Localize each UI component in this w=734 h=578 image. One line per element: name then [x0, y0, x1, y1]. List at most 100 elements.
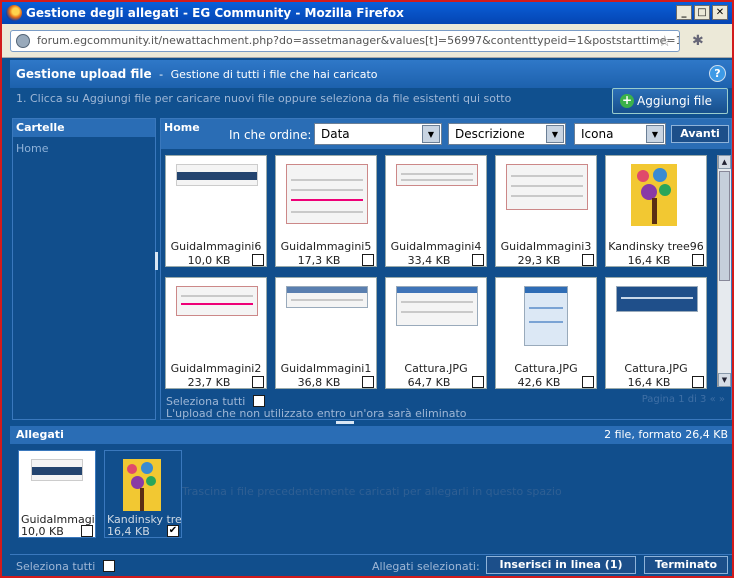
sort-direction-value: Descrizione [455, 127, 525, 141]
file-checkbox[interactable] [582, 254, 594, 266]
file-name: GuidaImmagini1 [280, 362, 372, 375]
file-thumbnail [506, 164, 588, 210]
file-thumbnail [524, 286, 568, 346]
selected-attachments-label: Allegati selezionati: [372, 560, 480, 573]
select-all-checkbox[interactable] [252, 395, 265, 407]
breadcrumb: Home [164, 121, 200, 134]
file-tile[interactable]: GuidaImmagini4 33,4 KB [385, 155, 487, 267]
attachments-header: Allegati 2 file, formato 26,4 KB [10, 426, 732, 444]
file-size: 23,7 KB [187, 376, 231, 389]
file-checkbox[interactable] [362, 376, 374, 388]
close-button[interactable]: ✕ [712, 5, 728, 20]
attachments-title: Allegati [16, 428, 64, 441]
file-size: 64,7 KB [407, 376, 451, 389]
file-checkbox[interactable] [362, 254, 374, 266]
attachment-size: 16,4 KB [107, 525, 150, 538]
vertical-splitter[interactable] [155, 252, 158, 270]
page-subtitle: Gestione di tutti i file che hai caricat… [170, 68, 378, 81]
order-label: In che ordine: [229, 128, 312, 142]
minimize-button[interactable]: _ [676, 5, 692, 20]
file-checkbox[interactable] [252, 254, 264, 266]
firefox-icon [6, 5, 22, 21]
site-identity-icon[interactable] [16, 34, 30, 48]
attachment-checkbox[interactable] [81, 525, 93, 537]
scroll-thumb[interactable] [719, 171, 730, 281]
maximize-button[interactable]: □ [694, 5, 710, 20]
file-name: GuidaImmagini6 [170, 240, 262, 253]
file-name: Cattura.JPG [624, 362, 688, 375]
file-thumbnail [176, 164, 258, 186]
file-size: 42,6 KB [517, 376, 561, 389]
attachment-size: 10,0 KB [21, 525, 64, 538]
file-checkbox[interactable] [252, 376, 264, 388]
file-name: Cattura.JPG [404, 362, 468, 375]
file-thumbnail [176, 286, 258, 316]
attachment-tile[interactable]: Kandinsky tree96 16,4 KB ✔ [104, 450, 182, 538]
view-select[interactable]: Icona ▼ [574, 123, 666, 145]
attachment-tile[interactable]: GuidaImmagini6 10,0 KB [18, 450, 96, 538]
addon-icon[interactable]: ✱ [692, 33, 704, 49]
file-tile[interactable]: Cattura.JPG 64,7 KB [385, 277, 487, 389]
upload-note: L'upload che non utilizzato entro un'ora… [166, 407, 467, 420]
file-size: 33,4 KB [407, 254, 451, 267]
done-button[interactable]: Terminato [644, 556, 728, 574]
scroll-down-icon[interactable]: ▼ [718, 373, 731, 387]
select-all-files[interactable]: Seleziona tutti [166, 393, 265, 408]
file-checkbox[interactable] [692, 254, 704, 266]
attachment-thumbnail [31, 459, 83, 481]
horizontal-splitter[interactable] [336, 421, 354, 424]
file-tile[interactable]: GuidaImmagini1 36,8 KB [275, 277, 377, 389]
attachment-checkbox-checked[interactable]: ✔ [167, 525, 179, 537]
sort-field-select[interactable]: Data ▼ [314, 123, 442, 145]
file-checkbox[interactable] [472, 376, 484, 388]
file-size: 29,3 KB [517, 254, 561, 267]
add-file-button[interactable]: + Aggiungi file [612, 88, 728, 114]
file-name: GuidaImmagini5 [280, 240, 372, 253]
title-separator: - [159, 68, 164, 81]
file-tile[interactable]: Cattura.JPG 42,6 KB [495, 277, 597, 389]
file-thumbnail [286, 286, 368, 308]
file-thumbnail [286, 164, 368, 224]
file-name: GuidaImmagini4 [390, 240, 482, 253]
file-tile[interactable]: Cattura.JPG 16,4 KB [605, 277, 707, 389]
file-tile[interactable]: GuidaImmagini2 23,7 KB [165, 277, 267, 389]
help-icon[interactable]: ? [709, 65, 726, 82]
address-bar: forum.egcommunity.it/newattachment.php?d… [2, 24, 732, 58]
attachments-panel: Allegati 2 file, formato 26,4 KB Trascin… [10, 426, 732, 576]
url-field[interactable]: forum.egcommunity.it/newattachment.php?d… [10, 30, 680, 52]
file-tile[interactable]: GuidaImmagini3 29,3 KB [495, 155, 597, 267]
title-bar: Gestione degli allegati - EG Community -… [2, 2, 732, 24]
plus-icon: + [620, 93, 634, 108]
browser-window: Gestione degli allegati - EG Community -… [0, 0, 734, 578]
file-name: Kandinsky tree96 [608, 240, 704, 253]
file-thumbnail [616, 286, 698, 312]
file-size: 17,3 KB [297, 254, 341, 267]
file-tile[interactable]: Kandinsky tree96 16,4 KB [605, 155, 707, 267]
pagination[interactable]: Pagina 1 di 3 « » [642, 394, 725, 405]
file-grid: GuidaImmagini6 10,0 KB GuidaImmagini5 17… [165, 155, 715, 389]
select-all-checkbox[interactable] [102, 560, 115, 572]
select-all-attachments[interactable]: Seleziona tutti [16, 558, 115, 573]
scroll-up-icon[interactable]: ▲ [718, 155, 731, 169]
file-tile[interactable]: GuidaImmagini5 17,3 KB [275, 155, 377, 267]
chevron-down-icon: ▼ [422, 125, 440, 143]
sort-direction-select[interactable]: Descrizione ▼ [448, 123, 566, 145]
go-button[interactable]: Avanti [671, 125, 729, 143]
file-checkbox[interactable] [692, 376, 704, 388]
folder-item-home[interactable]: Home [13, 141, 155, 157]
bookmark-star-icon[interactable]: ☆ [658, 32, 671, 50]
insert-inline-button[interactable]: Inserisci in linea (1) [486, 556, 636, 574]
attachments-info: 2 file, formato 26,4 KB [604, 428, 728, 441]
file-size: 16,4 KB [627, 254, 671, 267]
file-size: 16,4 KB [627, 376, 671, 389]
file-name: Cattura.JPG [514, 362, 578, 375]
file-checkbox[interactable] [582, 376, 594, 388]
folders-panel: Cartelle Home [12, 118, 156, 420]
file-thumbnail [396, 164, 478, 186]
browser-toolbar: Home In che ordine: Data ▼ Descrizione ▼… [161, 119, 731, 149]
chevron-down-icon: ▼ [646, 125, 664, 143]
file-tile[interactable]: GuidaImmagini6 10,0 KB [165, 155, 267, 267]
folders-title: Cartelle [13, 119, 155, 137]
file-checkbox[interactable] [472, 254, 484, 266]
file-grid-scrollbar[interactable]: ▲ ▼ [717, 155, 731, 387]
